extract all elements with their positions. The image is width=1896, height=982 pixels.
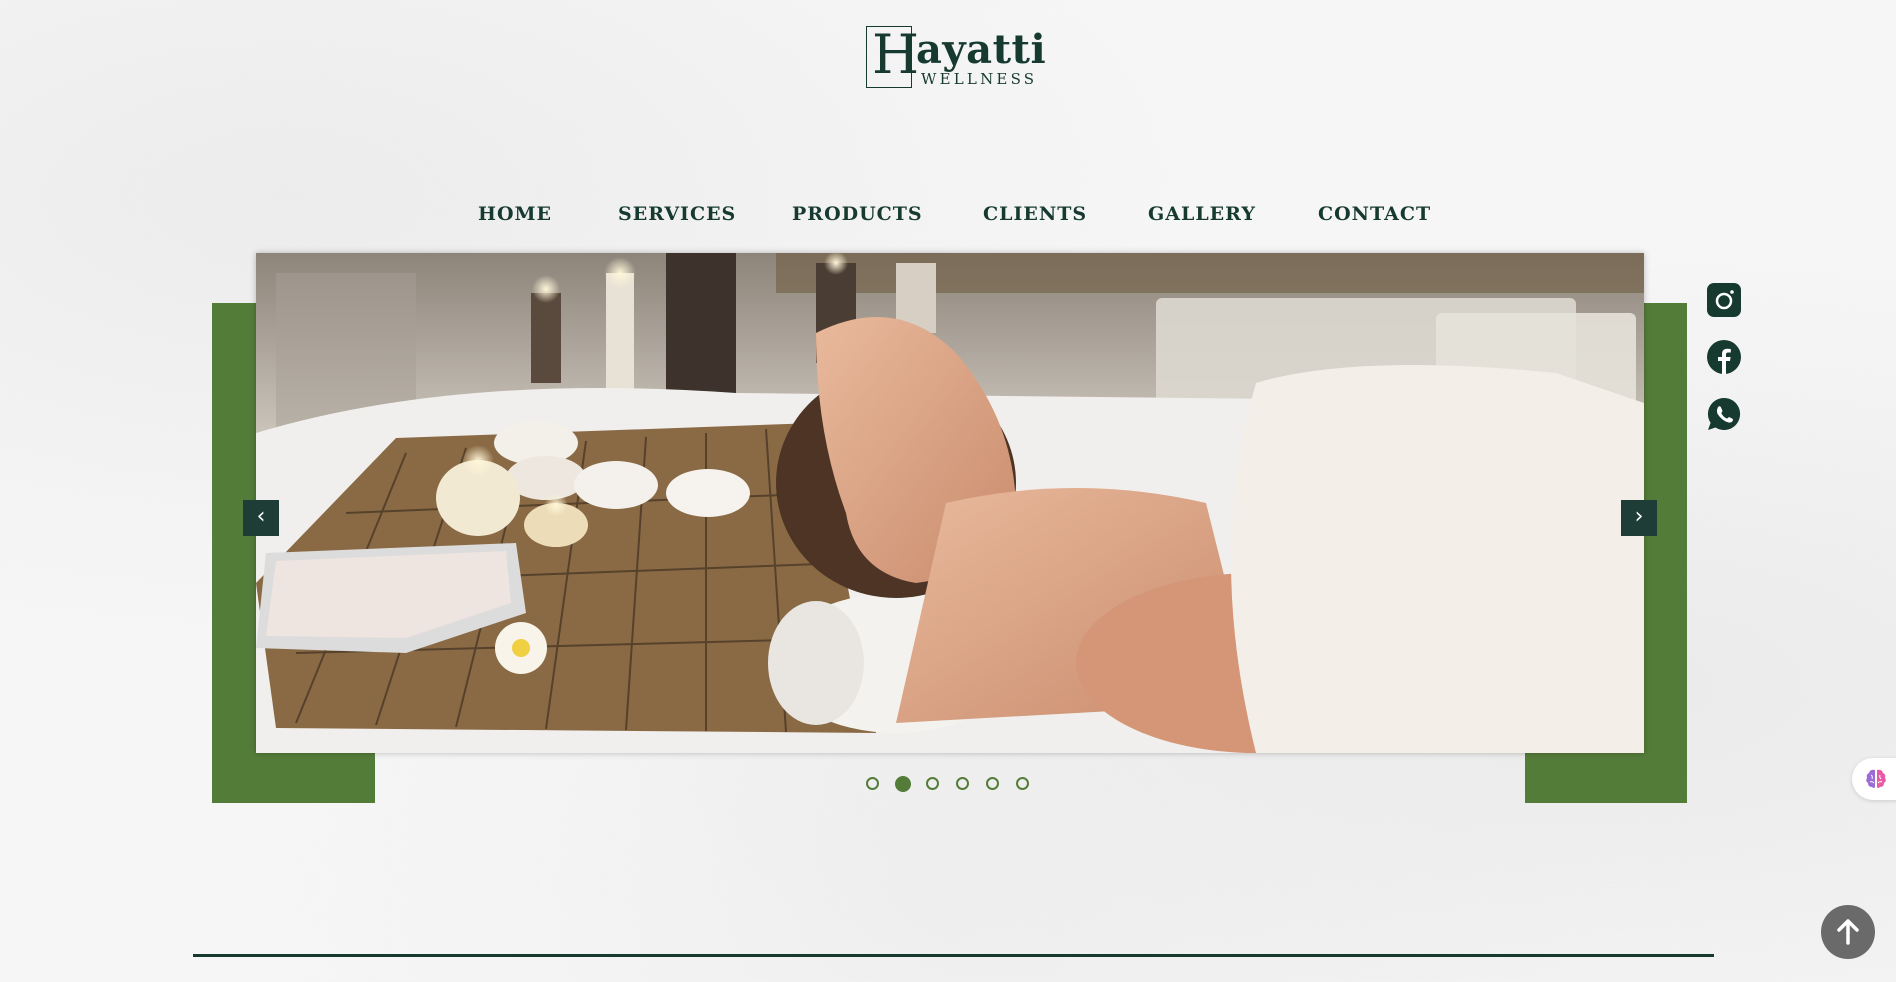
instagram-icon[interactable]: [1707, 283, 1741, 317]
logo-word: ayatti: [916, 26, 1047, 73]
slider-dot[interactable]: [926, 777, 939, 790]
slider-dot[interactable]: [866, 777, 879, 790]
nav-item-services[interactable]: SERVICES: [618, 203, 736, 225]
slider-frame-right: [1643, 303, 1687, 803]
slider-frame-left-foot: [212, 753, 375, 803]
nav-item-gallery[interactable]: GALLERY: [1148, 203, 1256, 225]
site-logo[interactable]: H ayatti WELLNESS: [866, 23, 1046, 90]
chevron-right-icon: ›: [1634, 504, 1644, 529]
slider-prev-button[interactable]: ‹: [243, 500, 279, 536]
slider-frame-left: [212, 303, 256, 803]
nav-item-products[interactable]: PRODUCTS: [792, 203, 923, 225]
scroll-to-top-button[interactable]: [1821, 905, 1875, 959]
logo-letter: H: [872, 23, 920, 86]
whatsapp-icon[interactable]: [1707, 397, 1741, 431]
chevron-left-icon: ‹: [256, 504, 266, 529]
slider-frame-right-foot: [1525, 753, 1687, 803]
hero-slide-image: [256, 253, 1644, 753]
section-divider: [193, 954, 1714, 957]
arrow-up-icon: [1837, 919, 1859, 945]
nav-item-clients[interactable]: CLIENTS: [983, 203, 1087, 225]
logo-subtitle: WELLNESS: [921, 70, 1038, 88]
facebook-icon[interactable]: [1707, 340, 1741, 374]
slider-dot-active[interactable]: [895, 776, 911, 792]
brain-icon: [1866, 769, 1886, 788]
slider-dot[interactable]: [956, 777, 969, 790]
nav-item-contact[interactable]: CONTACT: [1318, 203, 1431, 225]
slider-dot[interactable]: [986, 777, 999, 790]
assistant-tab[interactable]: [1852, 758, 1896, 800]
slider-next-button[interactable]: ›: [1621, 500, 1657, 536]
main-nav: HOME SERVICES PRODUCTS CLIENTS GALLERY C…: [0, 203, 1896, 227]
nav-item-home[interactable]: HOME: [478, 203, 552, 225]
spa-scene-illustration: [256, 253, 1644, 753]
slider-dot[interactable]: [1016, 777, 1029, 790]
